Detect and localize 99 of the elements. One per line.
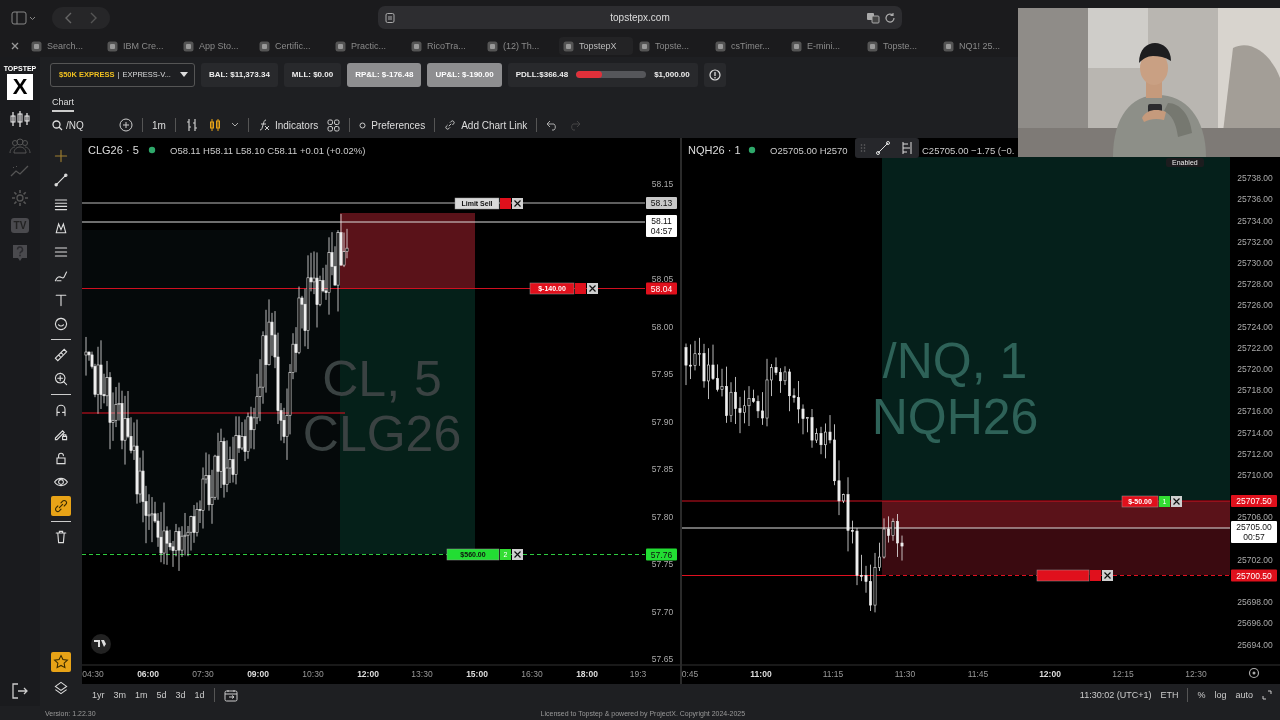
- time-tick: 13:30: [411, 669, 433, 679]
- range-button[interactable]: 1d: [194, 690, 205, 700]
- drawdown-label: PDLL:$366.48: [515, 70, 569, 79]
- browser-tab[interactable]: RicoTra...: [407, 37, 481, 55]
- price-tick: 58.15: [651, 179, 674, 189]
- range-button[interactable]: 3d: [175, 690, 186, 700]
- time-tick: 19:3: [629, 669, 647, 679]
- price-tick: 25694.00: [1237, 639, 1273, 650]
- time-tick: 12:30: [1185, 669, 1207, 679]
- time-tick: 0:45: [682, 669, 699, 679]
- time-tick: 07:30: [192, 669, 214, 679]
- chart-symbol: NQH26 · 1: [688, 144, 741, 156]
- price-tag: 58.13: [646, 197, 677, 209]
- price-tick: 58.00: [651, 321, 674, 332]
- price-tick: 57.65: [651, 654, 674, 664]
- price-tick: 25732.00: [1237, 236, 1273, 247]
- scale-option-button[interactable]: auto: [1235, 690, 1253, 700]
- range-button[interactable]: 1yr: [92, 690, 105, 700]
- price-tick: 57.90: [651, 416, 674, 427]
- price-tick: 25738.00: [1237, 173, 1273, 184]
- time-tick: 12:00: [1039, 669, 1061, 679]
- browser-tab[interactable]: Topste...: [635, 37, 709, 55]
- add-chart-link-button[interactable]: Add Chart Link: [444, 119, 528, 131]
- browser-tab[interactable]: Topste...: [863, 37, 937, 55]
- price-tag: 58.11 04:57: [646, 215, 677, 237]
- preferences-button[interactable]: Preferences: [359, 119, 426, 131]
- price-tick: 57.85: [651, 464, 674, 474]
- range-button[interactable]: 5d: [156, 690, 167, 700]
- browser-tab[interactable]: csTimer...: [711, 37, 785, 55]
- time-tick: 11:15: [822, 669, 844, 679]
- price-tick: 25702.00: [1237, 554, 1273, 565]
- price-tick: 25720.00: [1237, 364, 1273, 374]
- price-tag: 25705.00 00:57: [1231, 521, 1277, 543]
- time-tick: 16:30: [521, 669, 543, 679]
- chart-symbol: CLG26 · 5: [88, 144, 139, 156]
- chart-watermark: CLG26: [302, 406, 462, 462]
- price-tick: 25696.00: [1237, 618, 1273, 629]
- browser-tab[interactable]: Search...: [27, 37, 101, 55]
- account-stat: MLL: $0.00: [283, 62, 342, 87]
- drawdown-limit: $1,000.00: [654, 70, 690, 79]
- browser-tab[interactable]: (12) Th...: [483, 37, 557, 55]
- price-tick: 25718.00: [1237, 385, 1273, 396]
- ohlc-values: C25705.00 −1.75 (−0.: [922, 145, 1015, 156]
- time-tick: 11:30: [894, 669, 916, 679]
- time-tick: 09:00: [247, 669, 269, 679]
- price-tick: 57.75: [651, 559, 674, 569]
- address-bar[interactable]: topstepx.com: [378, 6, 902, 29]
- scale-option-button[interactable]: %: [1197, 690, 1206, 700]
- symbol-search-field[interactable]: /NQ: [52, 119, 110, 131]
- price-tick: 25728.00: [1237, 279, 1273, 290]
- price-tick: 58.05: [651, 274, 674, 284]
- browser-tab[interactable]: Practic...: [331, 37, 405, 55]
- chart-tab[interactable]: Chart: [52, 95, 74, 112]
- time-tick: 18:00: [576, 669, 598, 679]
- time-tick: 15:00: [466, 669, 488, 679]
- time-tick: 04:30: [82, 669, 104, 679]
- time-tick: 11:00: [750, 669, 772, 679]
- price-tick: 57.95: [651, 369, 674, 379]
- price-tag: 25707.50: [1231, 495, 1277, 507]
- browser-tab[interactable]: IBM Cre...: [103, 37, 177, 55]
- browser-tab[interactable]: NQ1! 25...: [939, 37, 1013, 55]
- interval-button[interactable]: 1m: [152, 119, 166, 131]
- price-tick: 25722.00: [1237, 342, 1273, 353]
- chart-watermark: /NQ, 1: [882, 333, 1028, 389]
- price-tick: 25736.00: [1237, 194, 1273, 205]
- time-tick: 06:00: [137, 669, 159, 679]
- browser-tab[interactable]: Certific...: [255, 37, 329, 55]
- price-tick: 25724.00: [1237, 321, 1273, 332]
- scale-option-button[interactable]: log: [1214, 690, 1227, 700]
- account-stat: UP&L: $-190.00: [427, 62, 502, 87]
- account-stat: RP&L: $-176.48: [347, 62, 422, 87]
- price-tick: 25698.00: [1237, 597, 1273, 608]
- price-tick: 57.80: [651, 511, 674, 522]
- time-tick: 12:00: [357, 669, 379, 679]
- browser-tab[interactable]: App Sto...: [179, 37, 253, 55]
- range-button[interactable]: 1m: [135, 690, 148, 700]
- range-button[interactable]: 3m: [113, 690, 127, 700]
- time-tick: 10:30: [302, 669, 324, 679]
- price-tick: 25734.00: [1237, 215, 1273, 226]
- price-tick: 25716.00: [1237, 406, 1273, 417]
- chart-watermark: NQH26: [871, 389, 1039, 445]
- browser-tab[interactable]: TopstepX: [559, 37, 633, 55]
- price-tick: 25730.00: [1237, 258, 1273, 268]
- price-tick: 57.70: [651, 606, 674, 617]
- price-tick: 25712.00: [1237, 448, 1273, 459]
- time-tick: 12:15: [1112, 669, 1134, 679]
- ohlc-values: O58.11 H58.11 L58.10 C58.11 +0.01 (+0.02%): [170, 145, 366, 156]
- session-button[interactable]: ETH: [1160, 690, 1179, 700]
- price-tick: 25710.00: [1237, 470, 1273, 480]
- ohlc-values: O25705.00 H2570: [770, 145, 848, 156]
- browser-tab[interactable]: E-mini...: [787, 37, 861, 55]
- time-tick: 11:45: [967, 669, 989, 679]
- price-tick: 25714.00: [1237, 427, 1273, 438]
- price-tick: 25726.00: [1237, 300, 1273, 311]
- clock-text: 11:30:02 (UTC+1): [1079, 690, 1152, 700]
- account-stat: BAL: $11,373.34: [200, 62, 278, 87]
- indicators-button[interactable]: Indicators: [257, 119, 319, 131]
- logo-mark: X: [7, 74, 33, 100]
- price-tick: 25706.00: [1237, 512, 1273, 523]
